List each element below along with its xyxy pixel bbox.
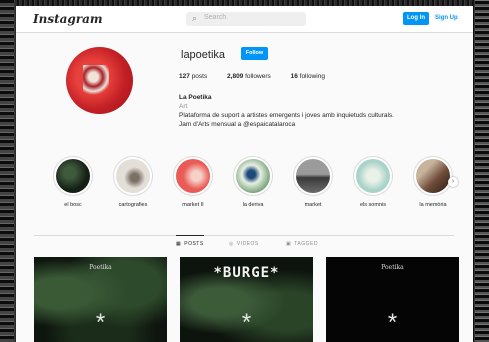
search-placeholder: Search bbox=[204, 14, 227, 21]
posts-label: posts bbox=[191, 73, 208, 80]
tabs-divider bbox=[34, 235, 454, 236]
browser-screen: Instagram ⌕ Search Log In Sign Up lapoet… bbox=[16, 6, 473, 342]
chevron-right-icon[interactable]: › bbox=[448, 177, 458, 187]
highlight-item[interactable]: la memòria bbox=[413, 156, 453, 208]
highlight-thumbnail bbox=[356, 159, 390, 193]
highlight-item[interactable]: la deriva bbox=[233, 156, 273, 208]
frame-edge-right bbox=[475, 0, 489, 342]
highlight-ring bbox=[113, 156, 153, 196]
profile-avatar[interactable] bbox=[66, 47, 133, 114]
highlight-label: cartografies bbox=[118, 202, 148, 208]
highlight-item[interactable]: market bbox=[293, 156, 333, 208]
highlight-ring bbox=[173, 156, 213, 196]
tab-tagged[interactable]: ▣ TAGGED bbox=[286, 241, 318, 247]
followers-count: 2,809 bbox=[227, 73, 244, 80]
avatar-figure bbox=[83, 65, 109, 95]
top-navigation-bar: Instagram ⌕ Search Log In Sign Up bbox=[16, 6, 473, 33]
highlight-label: market II bbox=[182, 202, 204, 208]
following-label: following bbox=[299, 73, 325, 80]
asterisk-icon: * bbox=[387, 309, 398, 336]
post-thumbnail[interactable]: Poetika * bbox=[34, 257, 167, 342]
post-title: Poetika bbox=[381, 264, 404, 271]
highlight-ring bbox=[413, 156, 453, 196]
highlight-item[interactable]: market II bbox=[173, 156, 213, 208]
search-icon: ⌕ bbox=[192, 13, 198, 23]
highlight-label: la deriva bbox=[242, 202, 264, 208]
tag-icon: ▣ bbox=[286, 241, 292, 247]
signup-link[interactable]: Sign Up bbox=[435, 12, 458, 25]
tab-label: VIDEOS bbox=[236, 241, 259, 247]
frame-edge-left bbox=[0, 0, 14, 342]
asterisk-icon: * bbox=[95, 309, 106, 336]
highlight-thumbnail bbox=[236, 159, 270, 193]
post-thumbnail[interactable]: Poetika * bbox=[326, 257, 459, 342]
video-icon: ◎ bbox=[229, 241, 234, 247]
highlight-label: la memòria bbox=[419, 202, 447, 208]
highlight-label: els somnis bbox=[360, 202, 386, 208]
login-button[interactable]: Log In bbox=[403, 12, 429, 25]
posts-count: 127 bbox=[179, 73, 190, 80]
highlight-thumbnail bbox=[416, 159, 450, 193]
highlight-ring bbox=[53, 156, 93, 196]
following-stat[interactable]: 16 following bbox=[291, 73, 325, 80]
profile-bio-line-1: Plataforma de suport a artistes emergent… bbox=[179, 112, 394, 119]
post-title: *BURGE* bbox=[213, 265, 280, 281]
instagram-logo[interactable]: Instagram bbox=[33, 12, 103, 26]
highlight-thumbnail bbox=[296, 159, 330, 193]
follow-button[interactable]: Follow bbox=[241, 47, 268, 60]
followers-label: followers bbox=[245, 73, 271, 80]
highlight-ring bbox=[293, 156, 333, 196]
tab-videos[interactable]: ◎ VIDEOS bbox=[229, 241, 259, 247]
profile-stats: 127 posts 2,809 followers 16 following bbox=[179, 73, 343, 80]
followers-stat[interactable]: 2,809 followers bbox=[227, 73, 271, 80]
highlight-item[interactable]: cartografies bbox=[113, 156, 153, 208]
highlight-ring bbox=[353, 156, 393, 196]
posts-stat: 127 posts bbox=[179, 73, 207, 80]
tab-posts[interactable]: ▦ POSTS bbox=[176, 235, 204, 247]
profile-bio-line-2[interactable]: Jam d'Arts mensual a @espaicatalaroca bbox=[179, 121, 295, 128]
profile-category: Art bbox=[179, 103, 188, 110]
post-thumbnail[interactable]: *BURGE* * bbox=[180, 257, 313, 342]
highlight-thumbnail bbox=[56, 159, 90, 193]
following-count: 16 bbox=[290, 73, 298, 80]
post-title: Poetika bbox=[89, 264, 112, 271]
highlight-label: market bbox=[304, 202, 322, 208]
highlight-item[interactable]: el bosc bbox=[53, 156, 93, 208]
highlight-thumbnail bbox=[116, 159, 150, 193]
tab-label: TAGGED bbox=[294, 241, 318, 247]
highlight-item[interactable]: els somnis bbox=[353, 156, 393, 208]
asterisk-icon: * bbox=[241, 309, 252, 336]
highlight-label: el bosc bbox=[64, 202, 82, 208]
profile-username: lapoetika bbox=[181, 49, 226, 61]
grid-icon: ▦ bbox=[176, 241, 182, 247]
highlight-ring bbox=[233, 156, 273, 196]
profile-full-name: La Poetika bbox=[179, 94, 212, 101]
tab-label: POSTS bbox=[184, 241, 204, 247]
highlight-thumbnail bbox=[176, 159, 210, 193]
search-input[interactable]: ⌕ Search bbox=[186, 12, 306, 26]
